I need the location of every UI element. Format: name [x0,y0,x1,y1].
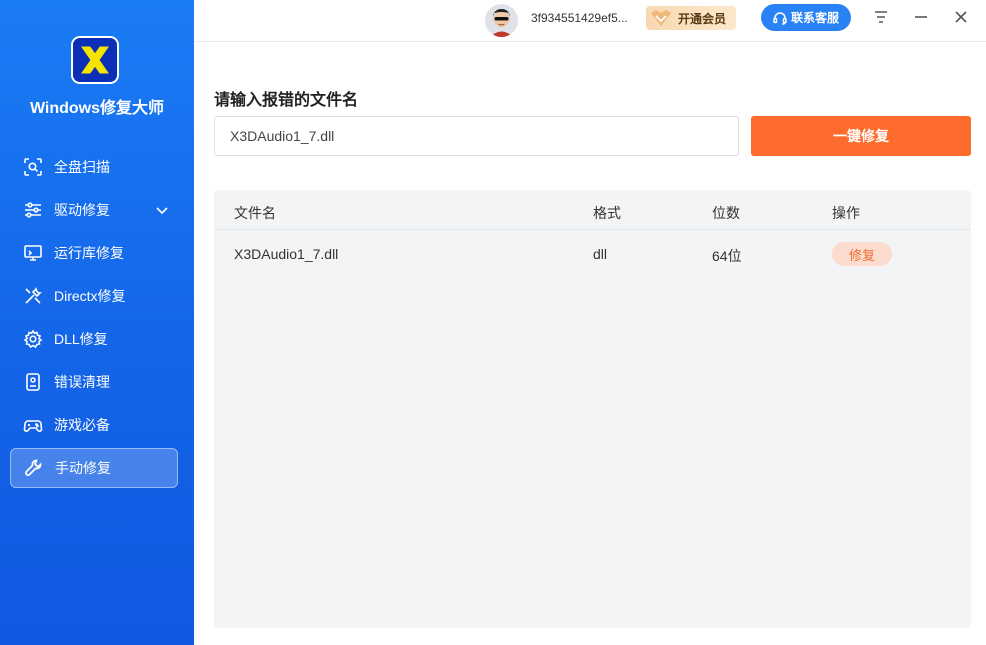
sidebar-item-runtime-repair[interactable]: 运行库修复 [10,233,178,273]
sidebar-item-error-cleanup[interactable]: 错误清理 [10,362,178,402]
result-table: 文件名 格式 位数 操作 X3DAudio1_7.dll dll 64位 修复 [214,190,971,628]
filename-input[interactable] [214,116,739,156]
column-header-format: 格式 [593,205,621,221]
chevron-down-icon[interactable] [154,202,170,218]
sidebar-item-manual-repair[interactable]: 手动修复 [10,448,178,488]
gear-icon [23,329,43,349]
headset-icon [773,11,787,25]
contact-service-label: 联系客服 [790,11,839,25]
vip-button[interactable]: 开通会员 [646,6,736,30]
sidebar-item-directx-repair[interactable]: Directx修复 [10,276,178,316]
table-header: 文件名 格式 位数 操作 [214,190,971,230]
one-click-repair-button[interactable]: 一键修复 [751,116,971,156]
monitor-icon [23,243,43,263]
sidebar-item-label: 驱动修复 [54,202,110,218]
sliders-icon [23,200,43,220]
column-header-bits: 位数 [712,205,740,221]
sidebar-item-label: 全盘扫描 [54,159,110,175]
app-logo [71,36,119,84]
top-bar: 3f934551429ef5... 开通会员 联系客服 [194,0,986,42]
vip-crown-icon [651,10,671,26]
sidebar-item-full-scan[interactable]: 全盘扫描 [10,147,178,187]
sidebar-item-driver-repair[interactable]: 驱动修复 [10,190,178,230]
cell-filename: X3DAudio1_7.dll [234,246,339,262]
row-repair-button[interactable]: 修复 [832,242,892,266]
sidebar-item-label: 错误清理 [54,374,110,390]
avatar[interactable] [485,4,518,37]
minimize-button[interactable] [910,6,932,28]
gamepad-icon [23,415,43,435]
table-row: X3DAudio1_7.dll dll 64位 修复 [214,230,971,280]
cell-bits: 64位 [712,248,742,264]
sidebar-item-label: 游戏必备 [54,417,110,433]
menu-button[interactable] [870,6,892,28]
page-title: 请输入报错的文件名 [214,92,359,109]
app-title: Windows修复大师 [29,100,165,117]
username: 3f934551429ef5... [531,11,628,25]
column-header-filename: 文件名 [234,205,276,221]
sidebar-item-label: Directx修复 [54,288,126,304]
sidebar: Windows修复大师 全盘扫描 驱动修复 运行库修复 Directx修复 DL… [0,0,194,645]
id-card-icon [23,372,43,392]
x-logo-icon [81,46,109,74]
scan-icon [23,157,43,177]
sidebar-item-label: 运行库修复 [54,245,124,261]
cell-format: dll [593,246,608,262]
close-icon [955,11,967,23]
sidebar-item-label: DLL修复 [54,331,108,347]
tools-icon [23,286,43,306]
sidebar-item-game-essentials[interactable]: 游戏必备 [10,405,178,445]
sidebar-item-label: 手动修复 [55,460,111,476]
column-header-action: 操作 [832,205,860,221]
wrench-icon [24,458,44,478]
vip-button-label: 开通会员 [678,11,727,26]
sidebar-nav: 全盘扫描 驱动修复 运行库修复 Directx修复 DLL修复 错误清理 游戏必… [10,147,178,491]
menu-icon [875,11,887,23]
minimize-icon [915,16,927,18]
sidebar-item-dll-repair[interactable]: DLL修复 [10,319,178,359]
contact-service-button[interactable]: 联系客服 [761,4,851,31]
close-button[interactable] [950,6,972,28]
